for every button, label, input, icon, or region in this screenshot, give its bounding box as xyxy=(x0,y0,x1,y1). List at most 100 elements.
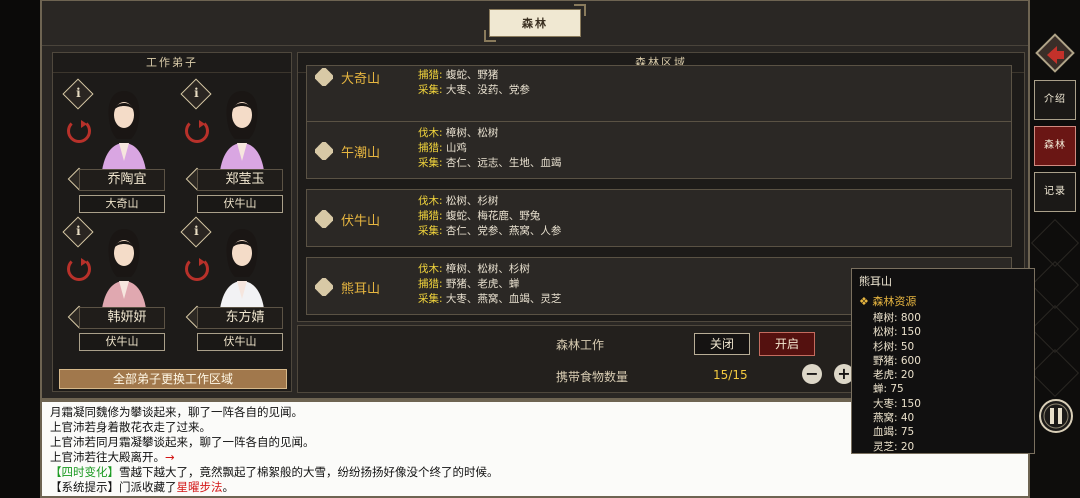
resource-line: 采集: 大枣、没药、党参 xyxy=(418,83,530,98)
faded-help-icon xyxy=(1030,304,1080,354)
refresh-icon[interactable] xyxy=(185,119,209,143)
refresh-icon[interactable] xyxy=(67,257,91,281)
resource-type: 采集: xyxy=(418,157,443,169)
food-count-label: 携带食物数量 xyxy=(556,370,629,384)
resource-values: 杏仁、党参、燕窝、人参 xyxy=(445,225,562,237)
area-resources: 捕猎: 蝮蛇、野猪 采集: 大枣、没药、党参 xyxy=(418,68,530,98)
log-text: 【系统提示】门派收藏了 xyxy=(50,480,177,494)
open-work-button[interactable]: 开启 xyxy=(759,332,815,356)
resource-line: 捕猎: 蝮蛇、野猪 xyxy=(418,68,530,83)
left-edge xyxy=(0,0,40,498)
window-title: 森林 xyxy=(484,4,586,42)
info-icon[interactable]: i xyxy=(62,216,94,248)
disciple-region-button[interactable]: 伏牛山 xyxy=(79,333,165,351)
tooltip-resource-item: 蝉: 75 xyxy=(873,383,904,396)
disciple-card: i 韩妍妍伏牛山 xyxy=(62,216,173,353)
forest-area-row[interactable]: 午潮山 伐木: 樟树、松树 捕猎: 山鸡 采集: 杏仁、远志、生地、血竭 xyxy=(306,121,1012,179)
log-text: 。 xyxy=(222,480,235,494)
log-line: 【四时变化】雪越下越大了，竟然飘起了棉絮般的大雪，纷纷扬扬好像没个终了的时候。 xyxy=(50,465,1020,480)
resource-values: 樟树、松树、杉树 xyxy=(445,263,530,275)
area-resources: 伐木: 樟树、松树、杉树 捕猎: 野猪、老虎、蝉 采集: 大枣、燕窝、血竭、灵芝 xyxy=(418,262,561,307)
area-name: 伏牛山 xyxy=(341,214,381,229)
faded-sect-icon xyxy=(1030,260,1080,310)
refresh-icon[interactable] xyxy=(185,257,209,281)
diamond-icon xyxy=(315,68,333,86)
tooltip-resource-item: 血竭: 75 xyxy=(873,426,915,439)
tooltip-title: 熊耳山 xyxy=(859,275,892,288)
info-icon[interactable]: i xyxy=(180,78,212,110)
faded-settings-icon xyxy=(1030,348,1080,398)
tooltip-resource-item: 灵芝: 20 xyxy=(873,440,915,453)
area-name: 大奇山 xyxy=(341,72,381,87)
log-text: 月霜凝同魏修为攀谈起来，聊了一阵各自的见闻。 xyxy=(50,405,303,419)
resource-values: 松树、杉树 xyxy=(445,195,499,207)
resource-values: 蝮蛇、梅花鹿、野兔 xyxy=(445,210,541,222)
resource-line: 采集: 杏仁、远志、生地、血竭 xyxy=(418,156,561,171)
sidebar-tab[interactable]: 记录 xyxy=(1034,172,1076,212)
tooltip-resource-item: 杉树: 50 xyxy=(873,340,915,353)
faded-skill-icon xyxy=(1030,218,1080,268)
area-resources: 伐木: 樟树、松树 捕猎: 山鸡 采集: 杏仁、远志、生地、血竭 xyxy=(418,126,561,171)
disciple-card: i 乔陶宜大奇山 xyxy=(62,78,173,215)
resource-type: 捕猎: xyxy=(418,278,443,290)
log-text: → xyxy=(165,450,175,464)
info-icon[interactable]: i xyxy=(62,78,94,110)
close-work-button[interactable]: 关闭 xyxy=(694,333,750,355)
forest-area-row[interactable]: 大奇山 捕猎: 蝮蛇、野猪 采集: 大枣、没药、党参 xyxy=(306,65,1012,123)
pause-icon[interactable] xyxy=(1038,398,1074,434)
resource-tooltip: 熊耳山 ❖ 森林资源 樟树: 800 松树: 150 杉树: 50 野猪: 600 老虎… xyxy=(851,268,1035,454)
resource-values: 山鸡 xyxy=(445,142,467,154)
log-text: 星曜步法 xyxy=(176,480,223,494)
log-text: 【四时变化】 xyxy=(50,465,119,479)
resource-type: 采集: xyxy=(418,84,443,96)
diamond-icon xyxy=(315,210,333,228)
disciple-region-button[interactable]: 大奇山 xyxy=(79,195,165,213)
change-all-regions-button[interactable]: 全部弟子更换工作区域 xyxy=(59,369,287,389)
title-divider xyxy=(42,45,1028,46)
diamond-icon xyxy=(315,278,333,296)
log-text: 上官沛若同月霜凝攀谈起来，聊了一阵各自的见闻。 xyxy=(50,435,315,449)
forest-work-label: 森林工作 xyxy=(556,338,605,352)
resource-line: 捕猎: 蝮蛇、梅花鹿、野兔 xyxy=(418,209,561,224)
tooltip-resource-item: 大枣: 150 xyxy=(873,397,921,410)
info-icon[interactable]: i xyxy=(180,216,212,248)
resource-line: 伐木: 松树、杉树 xyxy=(418,194,561,209)
tooltip-subtitle: ❖ 森林资源 xyxy=(859,295,917,308)
back-icon[interactable] xyxy=(1034,32,1076,74)
tooltip-subtitle-text: 森林资源 xyxy=(872,295,917,308)
resource-line: 捕猎: 野猪、老虎、蝉 xyxy=(418,277,561,292)
tooltip-resource-item: 樟树: 800 xyxy=(873,312,921,324)
resource-line: 采集: 杏仁、党参、燕窝、人参 xyxy=(418,224,561,239)
disciple-card: i 东方婧伏牛山 xyxy=(180,216,291,353)
sidebar-tab[interactable]: 介绍 xyxy=(1034,80,1076,120)
disciple-region-button[interactable]: 伏牛山 xyxy=(197,195,283,213)
tooltip-resource-item: 老虎: 20 xyxy=(873,369,915,382)
resource-type: 捕猎: xyxy=(418,142,443,154)
diamond-icon xyxy=(315,142,333,160)
resource-type: 采集: xyxy=(418,293,443,305)
resource-line: 伐木: 樟树、松树 xyxy=(418,126,561,141)
log-text: 上官沛若往大殿离开。 xyxy=(50,450,165,464)
disciple-card: i 郑莹玉 伏牛山 xyxy=(180,78,291,215)
area-name: 午潮山 xyxy=(341,146,381,161)
log-text: 雪越下越大了，竟然飘起了棉絮般的大雪，纷纷扬扬好像没个终了的时候。 xyxy=(119,465,499,479)
resource-values: 野猪、老虎、蝉 xyxy=(445,278,520,290)
minus-icon[interactable]: − xyxy=(802,364,822,384)
resource-values: 大枣、没药、党参 xyxy=(445,84,530,96)
disciple-name: 乔陶宜 xyxy=(79,169,165,191)
sidebar: 介绍 森林 记录 xyxy=(1030,0,1080,498)
resource-type: 捕猎: xyxy=(418,69,443,81)
resource-values: 蝮蛇、野猪 xyxy=(445,69,499,81)
resource-values: 大枣、燕窝、血竭、灵芝 xyxy=(445,293,562,305)
refresh-icon[interactable] xyxy=(67,119,91,143)
resource-type: 伐木: xyxy=(418,263,443,275)
disciple-name: 韩妍妍 xyxy=(79,307,165,329)
resource-type: 伐木: xyxy=(418,127,443,139)
resource-line: 捕猎: 山鸡 xyxy=(418,141,561,156)
resource-type: 采集: xyxy=(418,225,443,237)
sidebar-tab[interactable]: 森林 xyxy=(1034,126,1076,166)
disciple-region-button[interactable]: 伏牛山 xyxy=(197,333,283,351)
food-count-value: 15/15 xyxy=(713,368,748,382)
forest-area-row[interactable]: 伏牛山 伐木: 松树、杉树 捕猎: 蝮蛇、梅花鹿、野兔 采集: 杏仁、党参、燕窝、人参 xyxy=(306,189,1012,247)
disciple-name: 东方婧 xyxy=(197,307,283,329)
